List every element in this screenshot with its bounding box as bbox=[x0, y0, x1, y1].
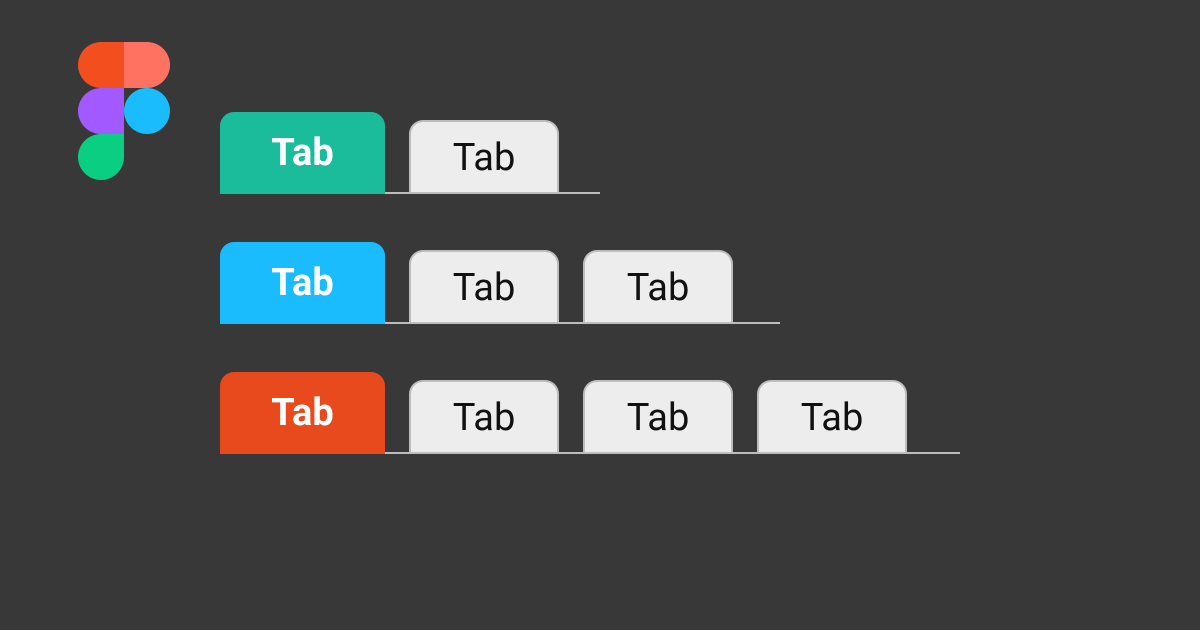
tab-inactive[interactable]: Tab bbox=[583, 250, 733, 324]
tab-underline bbox=[385, 452, 960, 454]
tab-active[interactable]: Tab bbox=[220, 372, 385, 454]
tab-inactive[interactable]: Tab bbox=[409, 120, 559, 194]
tab-row-3: Tab Tab Tab Tab bbox=[220, 372, 907, 454]
tab-inactive[interactable]: Tab bbox=[757, 380, 907, 454]
figma-logo-icon bbox=[78, 42, 170, 180]
tab-row-2: Tab Tab Tab bbox=[220, 242, 907, 324]
tab-inactive[interactable]: Tab bbox=[583, 380, 733, 454]
tab-inactive[interactable]: Tab bbox=[409, 250, 559, 324]
tab-active[interactable]: Tab bbox=[220, 242, 385, 324]
tab-examples-container: Tab Tab Tab Tab Tab Tab Tab Tab Tab bbox=[220, 112, 907, 502]
tab-inactive[interactable]: Tab bbox=[409, 380, 559, 454]
tab-underline bbox=[385, 322, 780, 324]
tab-underline bbox=[385, 192, 600, 194]
tab-row-1: Tab Tab bbox=[220, 112, 907, 194]
tab-active[interactable]: Tab bbox=[220, 112, 385, 194]
